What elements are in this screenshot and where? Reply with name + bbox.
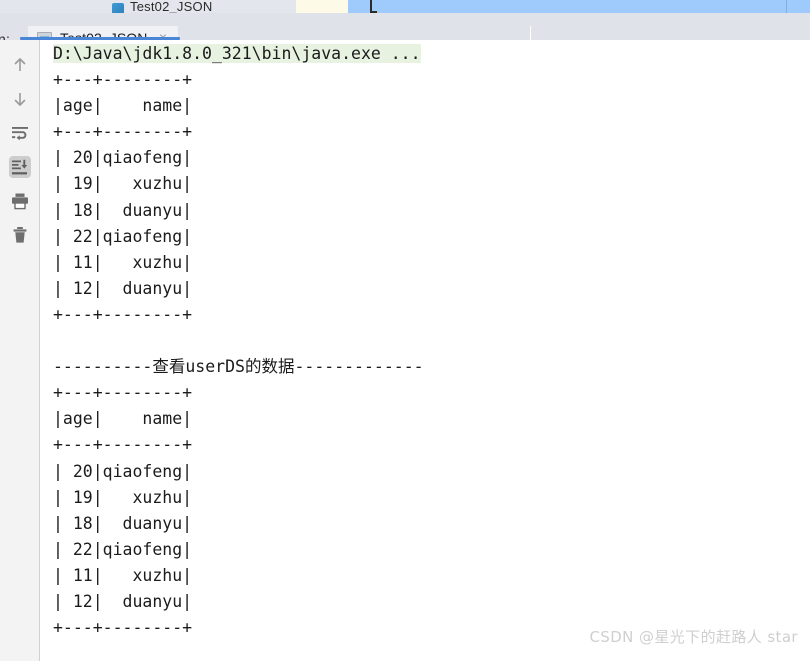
print-icon[interactable] <box>9 190 31 212</box>
down-arrow-icon[interactable] <box>9 88 31 110</box>
command-line: D:\Java\jdk1.8.0_321\bin\java.exe ... <box>53 44 421 63</box>
ghost-selection-bar <box>348 0 810 13</box>
console-output-area[interactable]: D:\Java\jdk1.8.0_321\bin\java.exe ... +-… <box>40 40 810 661</box>
separator-dashes-right: ------------- <box>294 357 424 377</box>
csdn-watermark: CSDN @星光下的赶路人 star <box>589 628 798 646</box>
trash-icon[interactable] <box>9 224 31 246</box>
separator-label-latin: userDS <box>185 357 245 377</box>
separator-dashes-left: ---------- <box>53 357 153 377</box>
ghost-yellow-panel <box>296 0 349 13</box>
soft-wrap-icon[interactable] <box>9 122 31 144</box>
ghost-tab-label: Test02_JSON <box>130 0 213 14</box>
ghost-editor-tab[interactable]: Test02_JSON <box>108 0 288 14</box>
result-table-block-2: +---+--------+ |age| name| +---+--------… <box>53 383 193 638</box>
separator-label-cjk-2: 的数据 <box>244 357 295 377</box>
scroll-to-end-icon[interactable] <box>9 156 31 178</box>
console-text: D:\Java\jdk1.8.0_321\bin\java.exe ... +-… <box>53 41 424 641</box>
ghost-cursor-marker <box>370 0 377 13</box>
console-toolbar <box>0 40 40 661</box>
ghost-right-edge <box>786 0 787 13</box>
separator-label-cjk-1: 查看 <box>152 357 186 377</box>
result-table-block-1: +---+--------+ |age| name| +---+--------… <box>53 70 193 324</box>
up-arrow-icon[interactable] <box>9 54 31 76</box>
ghost-tab-strip: Test02_JSON <box>0 0 810 14</box>
run-toolwindow-header: n: Test02_JSON × <box>0 13 810 52</box>
